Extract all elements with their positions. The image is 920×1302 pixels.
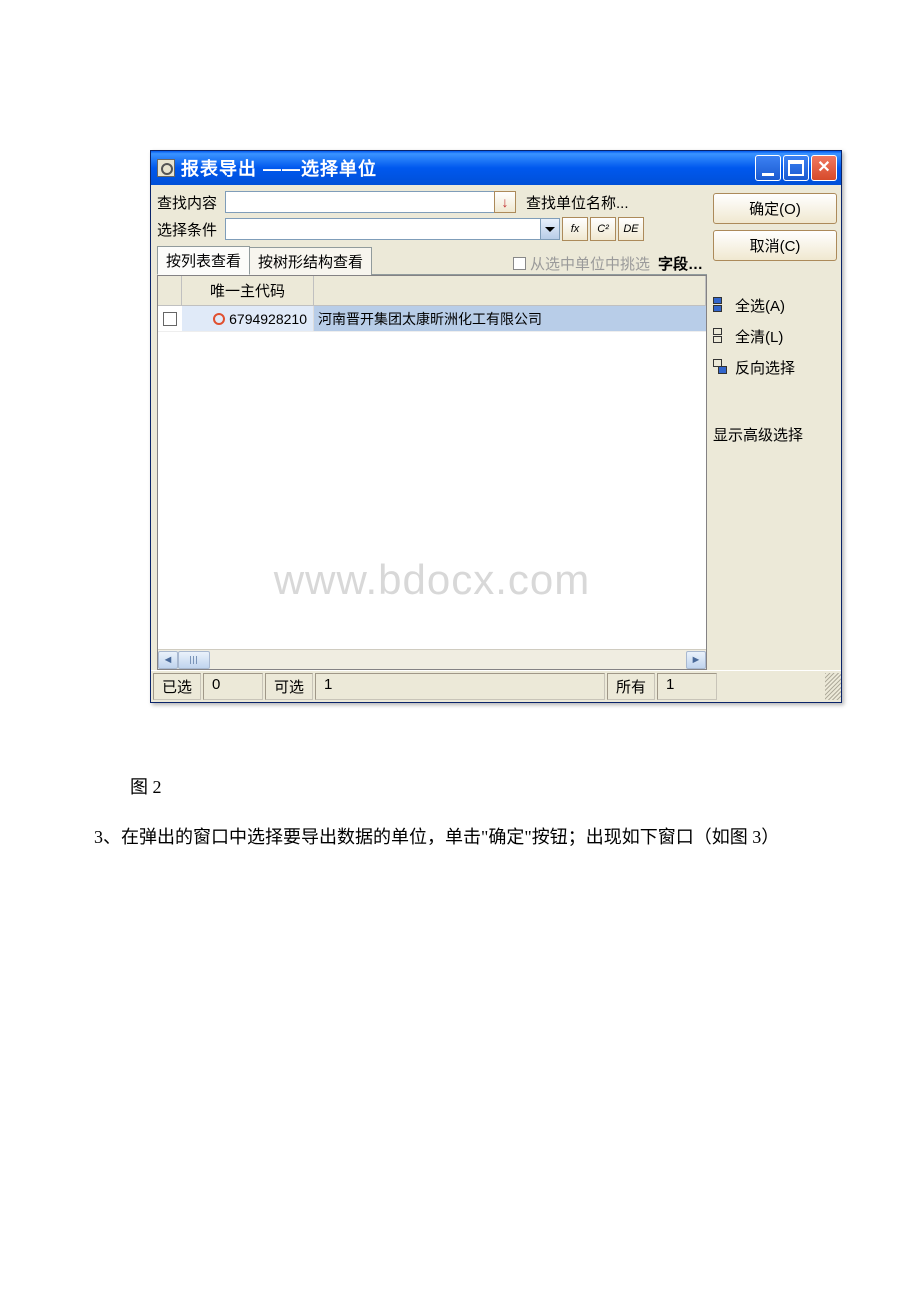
select-all-icon	[713, 297, 733, 315]
scroll-thumb[interactable]	[178, 651, 210, 669]
select-all-button[interactable]: 全选(A)	[713, 293, 837, 318]
horizontal-scrollbar[interactable]: ◄ ►	[158, 649, 706, 669]
status-selected-label: 已选	[153, 673, 201, 700]
row-code: 6794928210	[229, 311, 307, 327]
status-all-value: 1	[657, 673, 717, 700]
from-selected-label: 从选中单位中挑选	[530, 253, 650, 274]
row-name: 河南晋开集团太康昕洲化工有限公司	[314, 306, 706, 331]
titlebar: 报表导出 ——选择单位	[151, 151, 841, 185]
de-button[interactable]: DE	[618, 217, 644, 241]
condition-label: 选择条件	[157, 219, 225, 240]
results-grid: 唯一主代码 6794928210 河南晋开集团太康昕洲化工有限公司 www.bd…	[157, 275, 707, 670]
search-down-arrow-button[interactable]: ↓	[494, 191, 516, 213]
row-marker-icon	[213, 313, 225, 325]
c2-button[interactable]: C²	[590, 217, 616, 241]
show-advanced-button[interactable]: 显示高级选择	[713, 422, 837, 447]
col-header-name[interactable]	[314, 276, 706, 305]
figure-caption: 图 2	[130, 773, 920, 799]
search-content-label: 查找内容	[157, 192, 225, 213]
status-all-label: 所有	[607, 673, 655, 700]
instruction-text: 3、在弹出的窗口中选择要导出数据的单位，单击"确定"按钮；出现如下窗口（如图 3…	[94, 823, 840, 852]
close-button[interactable]	[811, 155, 837, 181]
search-unit-name-button[interactable]: 查找单位名称...	[526, 192, 629, 213]
condition-dropdown-button[interactable]	[540, 218, 560, 240]
scroll-left-button[interactable]: ◄	[158, 651, 178, 669]
table-row[interactable]: 6794928210 河南晋开集团太康昕洲化工有限公司	[158, 306, 706, 332]
clear-all-button[interactable]: 全清(L)	[713, 324, 837, 349]
invert-icon	[713, 359, 733, 377]
statusbar: 已选 0 可选 1 所有 1	[151, 670, 841, 702]
condition-input[interactable]	[225, 218, 541, 240]
col-header-check[interactable]	[158, 276, 182, 305]
resize-grip[interactable]	[825, 673, 841, 700]
watermark: www.bdocx.com	[158, 556, 706, 604]
cancel-button[interactable]: 取消(C)	[713, 230, 837, 261]
dialog-window: 报表导出 ——选择单位 查找内容 ↓ 查找单位名称... 选择条件	[150, 150, 842, 703]
minimize-button[interactable]	[755, 155, 781, 181]
maximize-button[interactable]	[783, 155, 809, 181]
fx-button[interactable]: fx	[562, 217, 588, 241]
window-title: 报表导出 ——选择单位	[181, 155, 755, 181]
status-available-label: 可选	[265, 673, 313, 700]
app-icon	[157, 159, 175, 177]
ok-button[interactable]: 确定(O)	[713, 193, 837, 224]
tab-list-view[interactable]: 按列表查看	[157, 246, 250, 275]
col-header-code[interactable]: 唯一主代码	[182, 276, 314, 305]
scroll-right-button[interactable]: ►	[686, 651, 706, 669]
status-available-value: 1	[315, 673, 605, 700]
invert-selection-button[interactable]: 反向选择	[713, 355, 837, 380]
tab-tree-view[interactable]: 按树形结构查看	[249, 247, 372, 275]
fields-button[interactable]: 字段…	[658, 253, 703, 274]
search-content-input[interactable]	[225, 191, 495, 213]
clear-all-icon	[713, 328, 733, 346]
from-selected-checkbox[interactable]	[513, 257, 526, 270]
status-selected-value: 0	[203, 673, 263, 700]
row-checkbox[interactable]	[163, 312, 177, 326]
